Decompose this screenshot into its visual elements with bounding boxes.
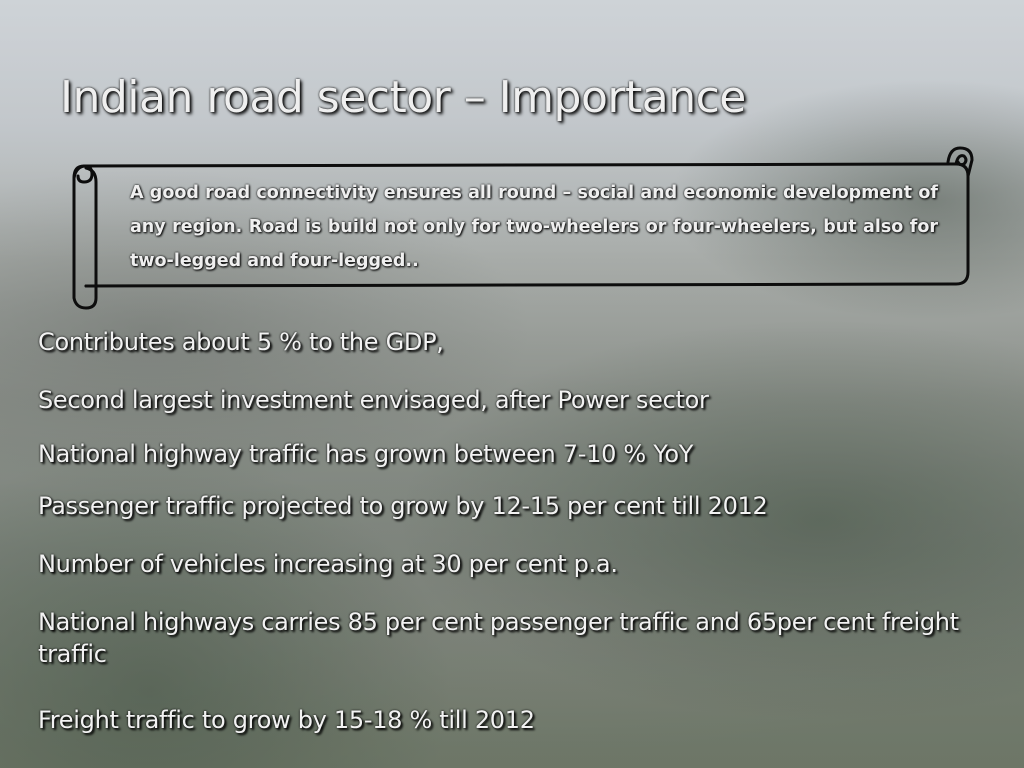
bullet-item: Number of vehicles increasing at 30 per … — [38, 550, 618, 578]
bullet-item: National highway traffic has grown betwe… — [38, 440, 694, 468]
slide-canvas: Indian road sector – Importance A good r… — [0, 0, 1024, 768]
bullet-item: Second largest investment envisaged, aft… — [38, 386, 709, 414]
callout-text: A good road connectivity ensures all rou… — [130, 183, 938, 271]
slide-title: Indian road sector – Importance — [60, 72, 746, 123]
bullet-item: Passenger traffic projected to grow by 1… — [38, 492, 768, 520]
bullet-item: National highways carries 85 per cent pa… — [38, 608, 959, 668]
bullet-item: Contributes about 5 % to the GDP, — [38, 328, 444, 356]
bullet-item: Freight traffic to grow by 15-18 % till … — [38, 706, 535, 734]
